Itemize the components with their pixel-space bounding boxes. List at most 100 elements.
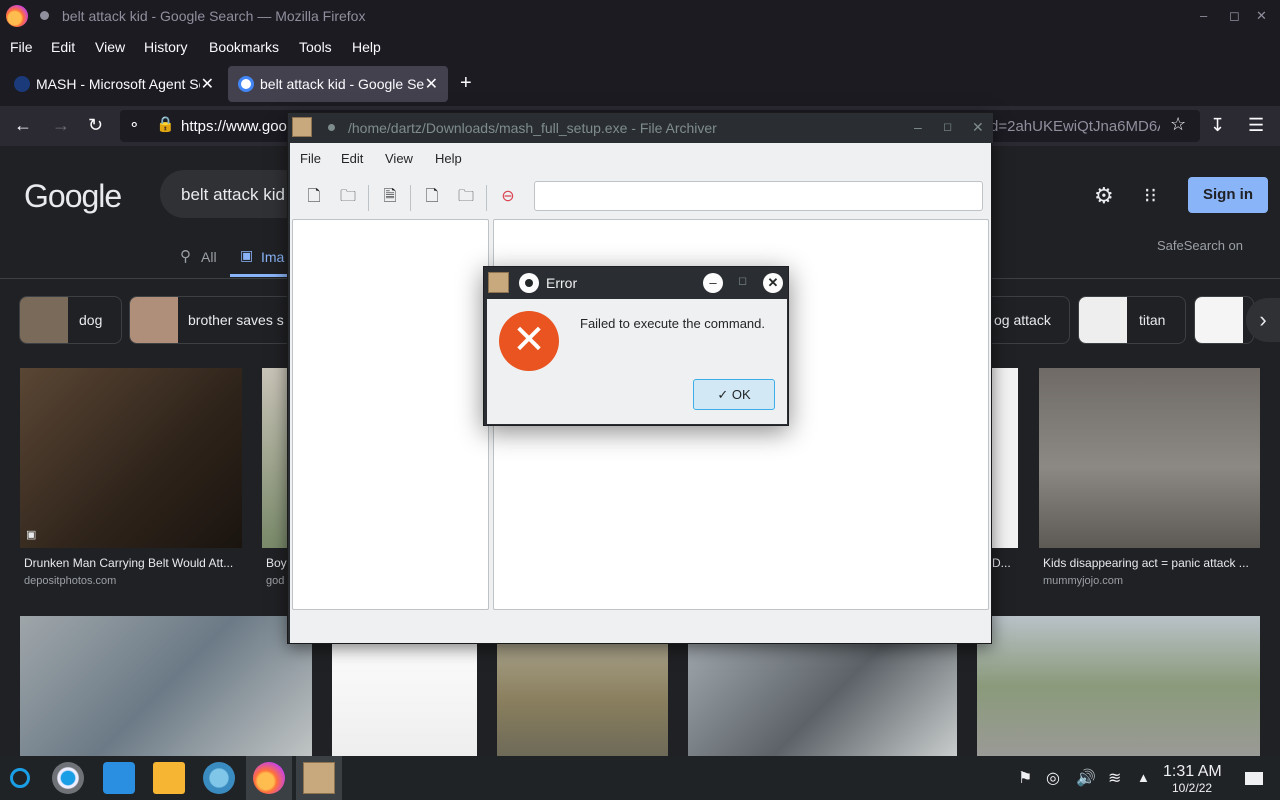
chip-dog[interactable]: dog <box>19 296 122 344</box>
discover-icon[interactable] <box>103 762 135 794</box>
search-icon: ⚲ <box>180 248 191 265</box>
mash-favicon-icon <box>14 76 30 92</box>
toolbar-separator <box>410 185 411 211</box>
result-caption[interactable]: Kids disappearing act = panic attack ... <box>1043 556 1257 570</box>
chip-titan[interactable]: titan <box>1078 296 1186 344</box>
archiver-menu-help[interactable]: Help <box>435 151 462 166</box>
archiver-menu-view[interactable]: View <box>385 151 413 166</box>
show-desktop-icon[interactable] <box>1245 772 1263 785</box>
lock-icon[interactable]: 🔒 <box>156 115 175 133</box>
folder-tree-pane[interactable] <box>292 219 489 610</box>
image-badge-icon: ▣ <box>26 529 37 541</box>
menu-history[interactable]: History <box>144 39 188 55</box>
close-icon[interactable]: ✕ <box>972 119 984 136</box>
add-file-icon[interactable]: 🗋 <box>418 183 446 211</box>
clock-date[interactable]: 10/2/22 <box>1172 781 1212 795</box>
tab-all[interactable]: All <box>201 249 217 265</box>
maximize-icon[interactable]: ◻ <box>738 274 747 287</box>
close-icon[interactable]: ✕ <box>1256 8 1267 24</box>
google-logo[interactable]: Google <box>24 178 122 215</box>
result-image[interactable] <box>20 616 312 756</box>
settings-gear-icon[interactable] <box>203 762 235 794</box>
firefox-task[interactable] <box>246 756 292 800</box>
safesearch-toggle[interactable]: SafeSearch on <box>1157 238 1243 253</box>
chip-next[interactable] <box>1194 296 1254 344</box>
add-folder-icon[interactable]: 🗀 <box>452 183 480 211</box>
clock-time[interactable]: 1:31 AM <box>1163 763 1222 781</box>
archiver-menu-edit[interactable]: Edit <box>341 151 363 166</box>
result-image[interactable] <box>20 368 242 548</box>
back-icon[interactable]: ← <box>14 115 32 136</box>
tab-label: belt attack kid - Google Sea <box>260 76 424 92</box>
hamburger-menu-icon[interactable]: ☰ <box>1248 115 1264 136</box>
minimize-icon[interactable]: – <box>1200 8 1207 23</box>
steam-icon[interactable]: ◎ <box>1046 768 1060 788</box>
chip-label: og attack <box>994 312 1051 328</box>
open-folder-icon[interactable]: 🗀 <box>334 183 362 211</box>
remove-icon[interactable]: ⊖ <box>494 183 522 211</box>
shield-icon[interactable]: ⚬ <box>128 116 141 134</box>
result-caption[interactable]: D... <box>992 556 1018 570</box>
menu-view[interactable]: View <box>95 39 125 55</box>
menu-tools[interactable]: Tools <box>299 39 332 55</box>
bookmark-star-icon[interactable]: ☆ <box>1170 114 1186 135</box>
result-image[interactable] <box>1039 368 1260 548</box>
archiver-titlebar: /home/dartz/Downloads/mash_full_setup.ex… <box>288 113 993 143</box>
result-image[interactable] <box>992 368 1018 548</box>
archive-box-icon <box>303 762 335 794</box>
maximize-icon[interactable]: ◻ <box>1229 8 1240 24</box>
menu-help[interactable]: Help <box>352 39 381 55</box>
network-icon[interactable]: ≋ <box>1108 768 1121 788</box>
maximize-icon[interactable]: ◻ <box>943 120 952 133</box>
error-dialog-body: ✕ Failed to execute the command. ✓ OK <box>487 299 787 424</box>
new-tab-button[interactable]: + <box>460 72 472 95</box>
active-tab-indicator <box>230 274 290 277</box>
volume-icon[interactable]: 🔊 <box>1076 768 1096 788</box>
downloads-icon[interactable]: ↧ <box>1210 115 1225 136</box>
path-input[interactable] <box>534 181 983 211</box>
file-manager-icon[interactable] <box>153 762 185 794</box>
forward-icon[interactable]: → <box>52 115 70 136</box>
close-tab-icon[interactable]: ✕ <box>425 74 438 94</box>
result-source[interactable]: depositphotos.com <box>24 575 116 587</box>
close-tab-icon[interactable]: ✕ <box>201 74 214 94</box>
settings-gear-icon[interactable]: ⚙ <box>1094 183 1114 209</box>
result-caption[interactable]: Drunken Man Carrying Belt Would Att... <box>24 556 240 570</box>
apps-grid-icon[interactable]: ⁝⁝ <box>1144 183 1157 208</box>
result-caption[interactable]: Boy <box>266 556 288 570</box>
minimize-icon[interactable]: – <box>914 119 922 135</box>
close-icon[interactable]: ✕ <box>763 273 783 293</box>
menu-bookmarks[interactable]: Bookmarks <box>209 39 279 55</box>
minimize-icon[interactable]: – <box>703 273 723 293</box>
chip-thumbnail <box>20 297 68 343</box>
error-message: Failed to execute the command. <box>580 316 765 331</box>
sign-in-button[interactable]: Sign in <box>1188 177 1268 213</box>
extract-icon[interactable]: 🗎 <box>376 183 404 211</box>
tab-images[interactable]: Ima <box>261 249 284 265</box>
result-image[interactable] <box>977 616 1260 756</box>
ok-button[interactable]: ✓ OK <box>693 379 775 410</box>
app-launcher-icon[interactable] <box>10 768 30 788</box>
result-source[interactable]: mummyjojo.com <box>1043 575 1123 587</box>
reload-icon[interactable]: ↻ <box>88 115 103 136</box>
pin-icon[interactable] <box>519 273 539 293</box>
tray-expand-icon[interactable]: ▲ <box>1137 770 1150 785</box>
ok-label: OK <box>731 387 751 402</box>
menu-edit[interactable]: Edit <box>51 39 75 55</box>
tab-google[interactable]: belt attack kid - Google Sea ✕ <box>228 66 448 102</box>
archiver-menu-file[interactable]: File <box>300 151 321 166</box>
tab-bar: MASH - Microsoft Agent Sc ✕ belt attack … <box>0 62 1280 106</box>
pin-dot-icon <box>328 124 335 131</box>
result-source[interactable]: god <box>266 575 288 587</box>
notifications-icon[interactable]: ⚑ <box>1018 768 1032 788</box>
chip-brother-saves[interactable]: brother saves s <box>129 296 299 344</box>
new-archive-icon[interactable]: 🗋 <box>300 183 328 211</box>
chip-thumbnail <box>1195 297 1243 343</box>
tab-mash[interactable]: MASH - Microsoft Agent Sc ✕ <box>4 66 224 102</box>
google-favicon-icon <box>238 76 254 92</box>
chip-dog-attack[interactable]: og attack <box>988 296 1070 344</box>
menu-file[interactable]: File <box>10 39 33 55</box>
system-settings-icon[interactable] <box>52 762 84 794</box>
archiver-task[interactable] <box>296 756 342 800</box>
result-image[interactable] <box>262 368 288 548</box>
